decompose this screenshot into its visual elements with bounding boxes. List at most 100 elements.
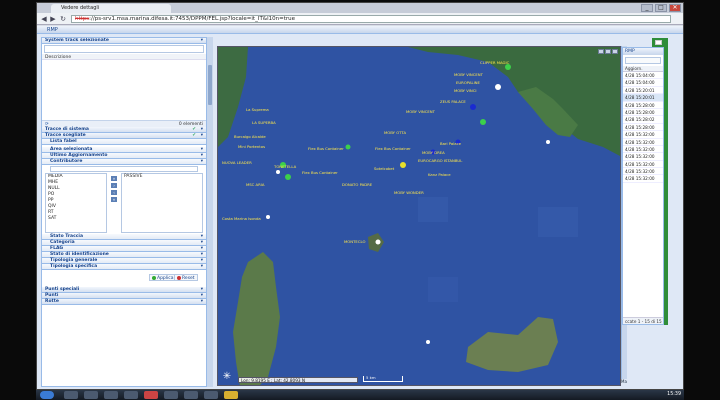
move-left-icon[interactable]: ‹ <box>111 190 117 195</box>
list-label-header[interactable]: Lista fabel <box>42 139 206 145</box>
track-history-window: RMP Aggiorn. 4/28 15:04:00 4/28 15:04:00… <box>622 47 664 325</box>
url-scheme: https <box>75 16 90 22</box>
browser-tab[interactable]: Vedere dettagli <box>51 4 171 13</box>
vessel-label: EUROPALINE <box>456 80 480 85</box>
paging-footer: ccate 1 - 15 di 15 <box>623 317 663 324</box>
vessel-marker <box>426 340 430 344</box>
vessel-label: MOBY DREA <box>422 150 445 155</box>
track-history-search[interactable] <box>625 57 661 64</box>
vessel-label: Mini Portentos <box>238 144 266 149</box>
table-row[interactable]: 4/28 15:28:00 <box>623 124 663 132</box>
tab-bar: Vedere dettagli _ □ ✕ <box>37 3 683 13</box>
move-all-right-icon[interactable]: » <box>111 176 117 181</box>
vessel-label: Costa Marina Isonda <box>222 216 261 221</box>
taskbar-app[interactable] <box>164 391 178 399</box>
green-header-button[interactable] <box>655 40 662 45</box>
reset-button[interactable]: Reset <box>174 274 198 281</box>
transfer-buttons: » › ‹ « <box>109 173 119 233</box>
expand-icon[interactable]: ▾ <box>201 299 203 305</box>
left-panel-scrollbar[interactable] <box>207 37 213 387</box>
taskbar-app[interactable] <box>64 391 78 399</box>
taskbar-app[interactable] <box>224 391 238 399</box>
vessel-marker <box>480 119 486 125</box>
table-row[interactable]: 4/28 15:32:00 <box>623 131 663 139</box>
table-row[interactable]: 4/28 15:04:00 <box>623 72 663 80</box>
apply-button[interactable]: Applica <box>149 274 177 281</box>
table-row[interactable]: 4/28 15:28:00 <box>623 102 663 109</box>
start-button[interactable] <box>40 391 54 399</box>
filter-label: Stato di identificazione <box>50 252 109 257</box>
map-view[interactable]: CLIPPER MAGIC MOBY VINCENT EUROPALINE MO… <box>217 46 621 386</box>
table-row[interactable]: 4/28 15:20:01 <box>623 94 663 102</box>
filter-label: Stato Traccia <box>50 234 83 239</box>
collapse-icon[interactable]: ▾ <box>201 159 203 165</box>
vessel-marker <box>546 140 550 144</box>
table-row[interactable]: 4/28 15:32:00 <box>623 175 663 183</box>
list-item[interactable]: PASSIVE <box>124 174 202 180</box>
collapse-icon[interactable]: ▾ <box>201 38 203 44</box>
contributor-list[interactable]: MEDIA MHE NULL PO PP QIV RT SAT <box>45 173 107 233</box>
back-icon[interactable]: ◀ <box>40 15 48 23</box>
vessel-label: Flex Bus Container <box>308 146 344 151</box>
table-row[interactable]: 4/28 15:28:00 <box>623 109 663 117</box>
vessel-marker <box>470 104 476 110</box>
table-row[interactable]: 4/28 15:04:00 <box>623 79 663 87</box>
vessel-label: MOBY WONDER <box>394 190 424 195</box>
zoom-in-icon[interactable] <box>598 49 604 54</box>
taskbar-app[interactable] <box>84 391 98 399</box>
table-row[interactable]: 4/28 15:32:00 <box>623 139 663 146</box>
scrollbar-thumb[interactable] <box>208 65 212 105</box>
taskbar-clock: 15:39 <box>667 392 681 397</box>
vessel-marker <box>375 239 381 245</box>
url-rest: ://ps-srv1.msa.marina.difesa.it:7453/DPP… <box>89 16 296 22</box>
forward-icon[interactable]: ▶ <box>49 15 57 23</box>
vessel-marker <box>285 174 291 180</box>
table-row[interactable]: 4/28 15:28:02 <box>623 116 663 124</box>
selected-area-label: Area selezionata <box>50 147 93 152</box>
taskbar-app[interactable] <box>104 391 118 399</box>
vessel-label: Bari Palace <box>440 141 462 146</box>
vessel-label: NUOVA LEADER <box>222 160 252 165</box>
vessel-label: MSC ARIA <box>246 182 265 187</box>
track-search-input[interactable] <box>44 45 204 53</box>
vessel-marker <box>345 144 351 150</box>
table-row[interactable]: 4/28 15:32:00 <box>623 161 663 169</box>
taskbar-app[interactable] <box>124 391 138 399</box>
vessel-label: TONETELLA <box>274 164 297 169</box>
move-right-icon[interactable]: › <box>111 183 117 188</box>
contributors-header[interactable]: Contributore ▾ <box>42 159 206 165</box>
move-all-left-icon[interactable]: « <box>111 197 117 202</box>
app-area: RMP System track selezionate ▾ Descrizion… <box>37 26 683 389</box>
description-list[interactable] <box>42 60 206 120</box>
minimize-button[interactable]: _ <box>641 4 653 12</box>
left-panel: System track selezionate ▾ Descrizione ⟳ … <box>41 37 207 387</box>
routes-group[interactable]: Rotte ▾ <box>42 299 206 305</box>
selected-tracks-label: Tracce scegliate <box>45 133 86 138</box>
table-row[interactable]: 4/28 15:32:00 <box>623 168 663 176</box>
compass-icon[interactable]: ✳ <box>221 371 233 383</box>
table-row[interactable]: 4/28 15:32:00 <box>623 153 663 161</box>
contributor-filter-input[interactable] <box>50 166 198 172</box>
taskbar-app[interactable] <box>144 391 158 399</box>
system-tracks-header[interactable]: System track selezionate ▾ <box>42 38 206 44</box>
green-header <box>652 38 668 47</box>
list-item[interactable]: SAT <box>48 216 106 222</box>
group-label: Punti speciali <box>45 287 80 292</box>
taskbar: 15:39 <box>36 390 684 400</box>
window-controls: _ □ ✕ <box>641 4 681 12</box>
taskbar-app[interactable] <box>204 391 218 399</box>
vessel-label: ZEUS PALACE <box>440 99 466 104</box>
maximize-button[interactable]: □ <box>655 4 667 12</box>
reload-icon[interactable]: ↻ <box>59 15 67 23</box>
url-input[interactable]: https://ps-srv1.msa.marina.difesa.it:745… <box>71 15 671 23</box>
zoom-out-icon[interactable] <box>605 49 611 54</box>
vessel-label: EUROCARGO ISTANBUL <box>418 158 463 163</box>
close-button[interactable]: ✕ <box>669 4 681 12</box>
passive-list[interactable]: PASSIVE <box>121 173 203 233</box>
contributor-selector: MEDIA MHE NULL PO PP QIV RT SAT » › ‹ « <box>45 173 203 233</box>
last-update-label: Ultimo Aggiornamento <box>50 153 108 158</box>
layers-icon[interactable] <box>612 49 618 54</box>
table-row[interactable]: 4/28 15:32:00 <box>623 146 663 154</box>
table-row[interactable]: 4/28 15:20:01 <box>623 87 663 95</box>
taskbar-app[interactable] <box>184 391 198 399</box>
